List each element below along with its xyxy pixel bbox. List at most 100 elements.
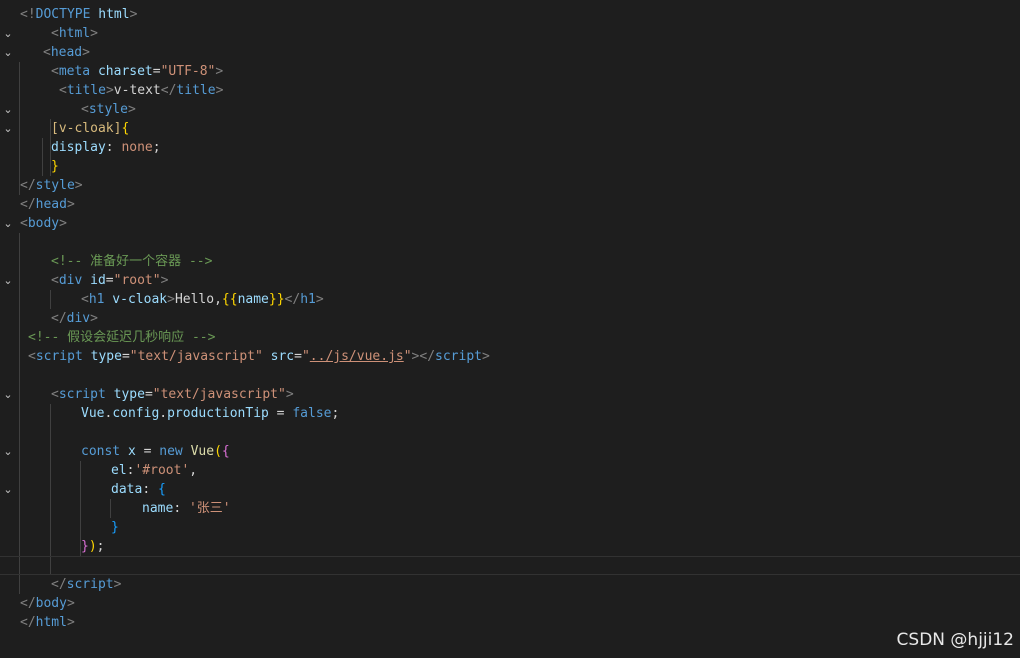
code-editor[interactable]: <!DOCTYPE html> ⌄ <html> ⌄ <head> <meta chars… [0, 0, 1020, 658]
code-token: html [35, 615, 67, 630]
code-token: script [35, 349, 83, 364]
code-token: </ [284, 292, 301, 307]
code-token: { [121, 121, 130, 136]
fold-chevron-icon[interactable]: ⌄ [2, 43, 14, 62]
code-line[interactable]: ⌄ [v-cloak]{ [0, 119, 1020, 138]
code-line[interactable]: ⌄ <html> [0, 24, 1020, 43]
code-token: > [215, 83, 224, 98]
code-token: < [28, 349, 36, 364]
code-text: </html> [20, 613, 75, 632]
code-token: false [292, 406, 332, 421]
code-line[interactable]: Vue.config.productionTip = false; [0, 404, 1020, 423]
code-line[interactable]: ⌄ <body> [0, 214, 1020, 233]
code-text: <html> [51, 24, 98, 43]
watermark: CSDN @hjji12 [896, 630, 1014, 650]
code-token: < [43, 45, 51, 60]
code-token: meta [58, 64, 91, 79]
code-token: < [51, 26, 59, 41]
code-token: style [35, 178, 75, 193]
code-line[interactable]: </html> [0, 613, 1020, 632]
code-text: <title>v-text</title> [59, 81, 223, 100]
code-token: html [58, 26, 91, 41]
code-line[interactable]: ⌄ <div id="root"> [0, 271, 1020, 290]
code-token: > [167, 292, 175, 307]
code-token: , [189, 463, 198, 478]
code-token: new [159, 444, 183, 459]
code-line[interactable]: display: none; [0, 138, 1020, 157]
code-line[interactable]: </div> [0, 309, 1020, 328]
code-token: ../js/vue.js [309, 349, 404, 364]
fold-chevron-icon[interactable]: ⌄ [2, 442, 14, 461]
code-token: style [88, 102, 128, 117]
fold-chevron-icon[interactable]: ⌄ [2, 24, 14, 43]
code-line[interactable]: </body> [0, 594, 1020, 613]
code-line[interactable]: name: '张三' [0, 499, 1020, 518]
code-token: = [294, 349, 302, 364]
code-line[interactable] [0, 233, 1020, 252]
code-line[interactable]: </script> [0, 575, 1020, 594]
code-token: > [285, 387, 294, 402]
code-token: </ [20, 178, 36, 193]
code-token: h1 [88, 292, 105, 307]
code-token: < [51, 273, 59, 288]
code-line[interactable]: <!-- 准备好一个容器 --> [0, 252, 1020, 271]
code-line[interactable]: }); [0, 537, 1020, 556]
fold-chevron-icon[interactable]: ⌄ [2, 119, 14, 138]
fold-chevron-icon[interactable]: ⌄ [2, 100, 14, 119]
code-line[interactable]: <meta charset="UTF-8"> [0, 62, 1020, 81]
code-token: > [482, 349, 490, 364]
code-token: </ [20, 596, 36, 611]
code-line[interactable]: ⌄ <style> [0, 100, 1020, 119]
code-token: > [215, 64, 224, 79]
code-token: v-cloak [104, 292, 168, 307]
code-line[interactable]: <!DOCTYPE html> [0, 5, 1020, 24]
fold-chevron-icon[interactable]: ⌄ [2, 480, 14, 499]
fold-chevron-icon[interactable]: ⌄ [2, 385, 14, 404]
code-line[interactable]: <!-- 假设会延迟几秒响应 --> [0, 328, 1020, 347]
code-token: display [51, 140, 106, 155]
code-line[interactable] [0, 423, 1020, 442]
code-text: </div> [51, 309, 98, 328]
code-token: < [59, 83, 67, 98]
code-line[interactable]: <title>v-text</title> [0, 81, 1020, 100]
code-text: Vue.config.productionTip = false; [81, 404, 339, 423]
code-line[interactable]: ⌄ data: { [0, 480, 1020, 499]
code-line[interactable]: </head> [0, 195, 1020, 214]
code-line[interactable]: } [0, 518, 1020, 537]
code-token: const [81, 444, 121, 459]
code-token: body [35, 596, 67, 611]
code-line[interactable]: el:'#root', [0, 461, 1020, 480]
code-token: {{ [221, 292, 238, 307]
code-token: </ [160, 83, 177, 98]
code-token: div [66, 311, 91, 326]
code-token: : [105, 140, 122, 155]
code-text: <meta charset="UTF-8"> [51, 62, 223, 81]
code-token: ; [152, 140, 161, 155]
code-text: <!-- 准备好一个容器 --> [51, 252, 212, 271]
code-token: ; [96, 539, 105, 554]
code-line[interactable]: ⌄ <script type="text/javascript"> [0, 385, 1020, 404]
code-token: '张三' [188, 501, 231, 516]
fold-chevron-icon[interactable]: ⌄ [2, 271, 14, 290]
code-text: <script type="text/javascript" src="../j… [28, 347, 490, 366]
code-token: "UTF-8" [160, 64, 216, 79]
fold-chevron-icon[interactable]: ⌄ [2, 214, 14, 233]
code-text: </body> [20, 594, 75, 613]
code-token: > [66, 197, 75, 212]
code-token: name [237, 292, 269, 307]
code-line[interactable]: ⌄ <head> [0, 43, 1020, 62]
code-line[interactable]: ⌄ const x = new Vue({ [0, 442, 1020, 461]
code-line[interactable]: <script type="text/javascript" src="../j… [0, 347, 1020, 366]
code-token: ) [88, 539, 97, 554]
code-line[interactable] [0, 556, 1020, 575]
code-token: title [176, 83, 216, 98]
code-token: > [66, 596, 75, 611]
code-token: script [58, 387, 106, 402]
code-token: DOCTYPE [35, 7, 91, 22]
code-token: < [81, 292, 89, 307]
code-line[interactable]: </style> [0, 176, 1020, 195]
code-line[interactable]: <h1 v-cloak>Hello,{{name}}</h1> [0, 290, 1020, 309]
code-line[interactable]: } [0, 157, 1020, 176]
code-token: " [301, 349, 310, 364]
code-line[interactable] [0, 366, 1020, 385]
